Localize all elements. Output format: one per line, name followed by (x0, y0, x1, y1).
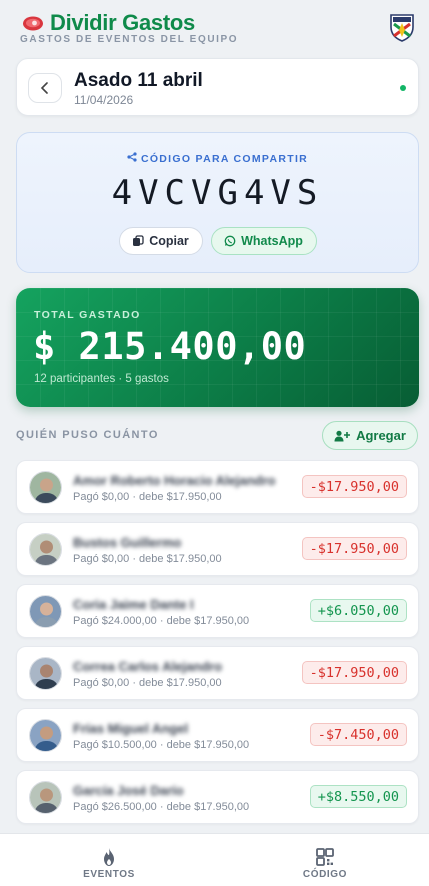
add-button-label: Agregar (356, 428, 406, 443)
avatar (29, 471, 62, 504)
balance-badge: -$17.950,00 (301, 661, 407, 684)
nav-code[interactable]: CÓDIGO (265, 834, 385, 886)
qr-code-icon (316, 848, 334, 866)
balance-badge: +$8.550,00 (309, 785, 407, 808)
participant-detail: Pagó $24.000,00 · debe $17.950,00 (73, 615, 250, 627)
avatar (29, 533, 62, 566)
brand: Dividir Gastos (22, 10, 195, 36)
nav-events-label: EVENTOS (83, 869, 135, 880)
chevron-left-icon (40, 82, 48, 94)
add-participant-button[interactable]: Agregar (322, 421, 418, 450)
club-crest-icon[interactable] (389, 12, 415, 42)
share-label: CÓDIGO PARA COMPARTIR (17, 152, 418, 165)
participant-detail: Pagó $0,00 · debe $17.950,00 (73, 677, 222, 689)
whatsapp-button-label: WhatsApp (241, 234, 303, 248)
participant-row[interactable]: Frías Miguel Angel Pagó $10.500,00 · debe… (16, 708, 419, 762)
balance-badge: -$17.950,00 (301, 537, 407, 560)
balance-badge: -$17.950,00 (301, 475, 407, 498)
participant-name: García José Darío (73, 783, 184, 798)
nav-code-label: CÓDIGO (302, 869, 348, 880)
total-meta: 12 participantes · 5 gastos (34, 373, 169, 385)
avatar (29, 781, 62, 814)
balance-badge: -$7.450,00 (309, 723, 407, 746)
participant-row[interactable]: Bustos Guillermo Pagó $0,00 · debe $17.95… (16, 522, 419, 576)
share-icon (127, 152, 137, 162)
app-subtitle: GASTOS DE EVENTOS DEL EQUIPO (20, 34, 239, 45)
participant-row[interactable]: García José Darío Pagó $26.500,00 · debe … (16, 770, 419, 824)
share-actions: Copiar WhatsApp (17, 227, 418, 255)
copy-icon (133, 235, 144, 246)
section-title: QUIÉN PUSO CUÁNTO (16, 429, 159, 441)
participant-name: Coria Jaime Dante I (73, 597, 194, 612)
status-dot (400, 85, 406, 91)
event-title: Asado 11 abril (74, 70, 203, 91)
participant-detail: Pagó $0,00 · debe $17.950,00 (73, 491, 222, 503)
balance-badge: +$6.050,00 (309, 599, 407, 622)
copy-button[interactable]: Copiar (118, 227, 203, 255)
total-label: TOTAL GASTADO (34, 309, 141, 321)
back-button[interactable] (28, 73, 62, 103)
share-label-text: CÓDIGO PARA COMPARTIR (140, 153, 309, 165)
whatsapp-icon (224, 235, 236, 247)
participant-detail: Pagó $0,00 · debe $17.950,00 (73, 553, 222, 565)
add-user-icon (334, 430, 351, 441)
participant-detail: Pagó $26.500,00 · debe $17.950,00 (73, 801, 250, 813)
participant-name: Amor Roberto Horacio Alejandro (73, 473, 276, 488)
share-code-card: CÓDIGO PARA COMPARTIR 4VCVG4VS Copiar Wh… (16, 132, 419, 273)
total-spent-card: TOTAL GASTADO $ 215.400,00 12 participan… (16, 288, 419, 407)
total-amount: $ 215.400,00 (33, 325, 307, 368)
share-code: 4VCVG4VS (111, 173, 324, 213)
event-card: Asado 11 abril 11/04/2026 (16, 58, 419, 116)
event-date: 11/04/2026 (74, 93, 134, 107)
participant-name: Frías Miguel Angel (73, 721, 189, 736)
flame-icon (104, 848, 114, 866)
whatsapp-button[interactable]: WhatsApp (210, 227, 317, 255)
participant-name: Bustos Guillermo (73, 535, 182, 550)
steak-icon (23, 16, 43, 31)
nav-events[interactable]: EVENTOS (49, 834, 169, 886)
app-header: Dividir Gastos GASTOS DE EVENTOS DEL EQU… (0, 0, 429, 52)
avatar (29, 657, 62, 690)
participant-row[interactable]: Amor Roberto Horacio Alejandro Pagó $0,00… (16, 460, 419, 514)
participant-detail: Pagó $10.500,00 · debe $17.950,00 (73, 739, 250, 751)
bottom-nav: EVENTOS CÓDIGO (0, 833, 429, 886)
participant-row[interactable]: Correa Carlos Alejandro Pagó $0,00 · debe… (16, 646, 419, 700)
participant-row[interactable]: Coria Jaime Dante I Pagó $24.000,00 · deb… (16, 584, 419, 638)
avatar (29, 595, 62, 628)
app-title: Dividir Gastos (50, 10, 195, 35)
avatar (29, 719, 62, 752)
participant-name: Correa Carlos Alejandro (73, 659, 223, 674)
copy-button-label: Copiar (149, 234, 189, 248)
